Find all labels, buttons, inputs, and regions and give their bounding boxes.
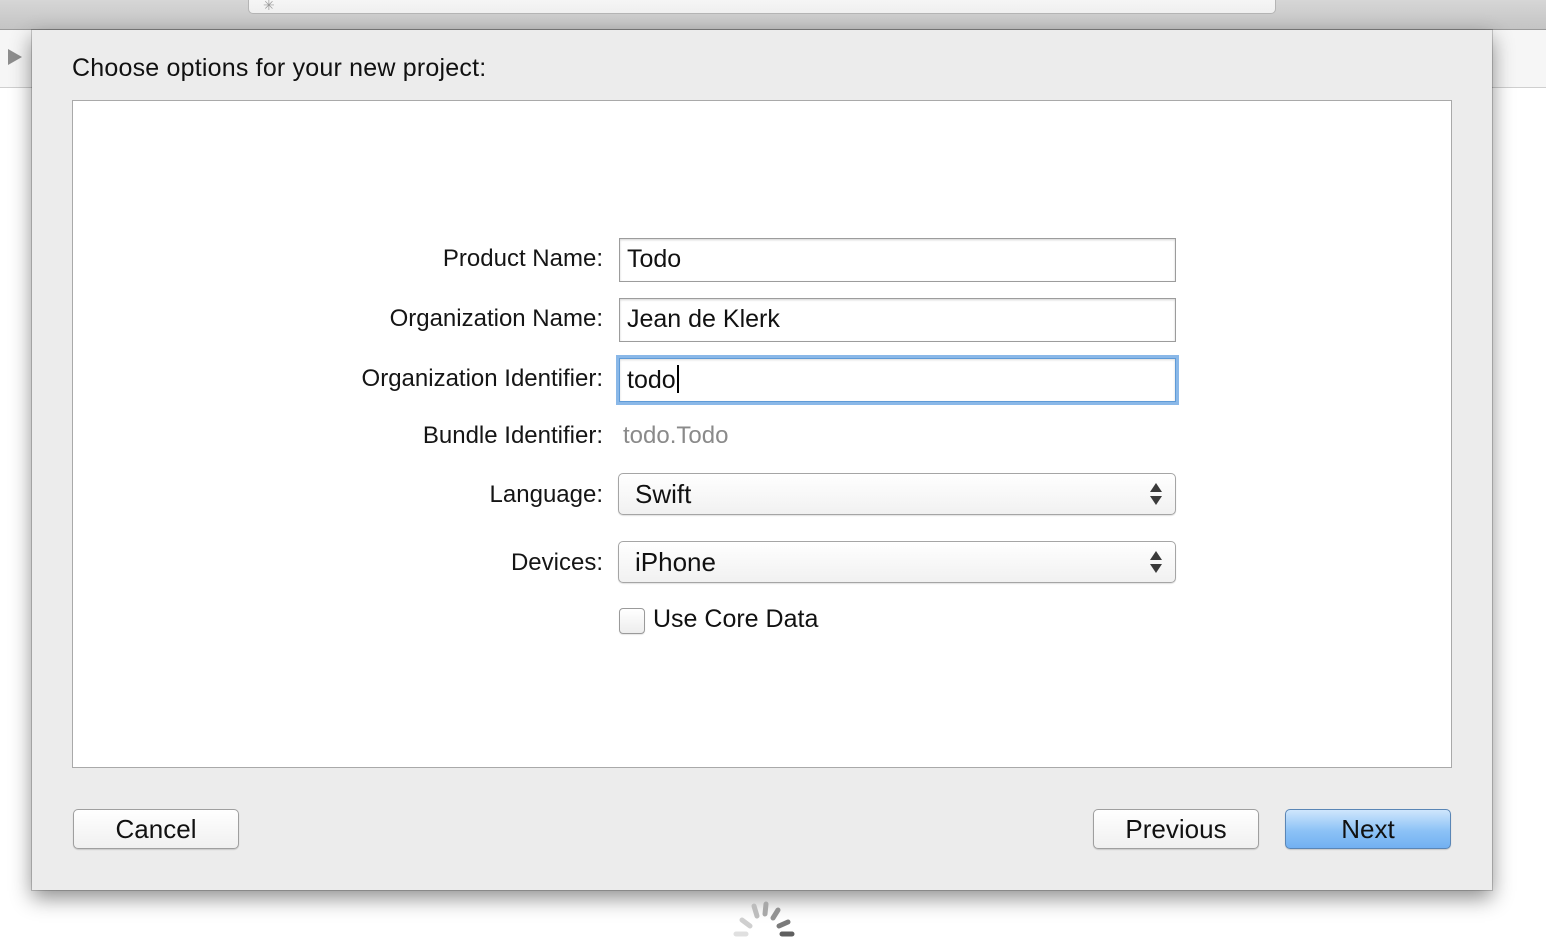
loading-spinner-icon [733, 901, 795, 937]
cancel-button[interactable]: Cancel [73, 809, 239, 849]
organization-name-field[interactable]: Jean de Klerk [619, 298, 1176, 342]
previous-button[interactable]: Previous [1093, 809, 1259, 849]
organization-name-label: Organization Name: [389, 305, 603, 332]
language-selected-value: Swift [635, 479, 692, 509]
disclosure-triangle-icon[interactable] [8, 49, 22, 65]
next-button[interactable]: Next [1285, 809, 1451, 849]
activity-viewer: ✳ [248, 0, 1276, 14]
organization-identifier-value: todo [627, 366, 676, 394]
spinner-icon: ✳ [263, 0, 275, 13]
devices-selected-value: iPhone [635, 547, 716, 577]
options-panel: Product Name: Todo Organization Name: Je… [72, 100, 1452, 768]
product-name-label: Product Name: [442, 245, 603, 272]
text-caret [676, 365, 679, 393]
up-down-arrows-icon [1149, 549, 1163, 575]
bundle-identifier-label: Bundle Identifier: [422, 422, 603, 449]
use-core-data-label[interactable]: Use Core Data [653, 605, 818, 634]
sheet-title: Choose options for your new project: [72, 54, 487, 82]
up-down-arrows-icon [1149, 481, 1163, 507]
organization-name-value: Jean de Klerk [627, 305, 780, 333]
language-label: Language: [489, 481, 603, 508]
organization-identifier-label: Organization Identifier: [361, 365, 603, 392]
devices-popup[interactable]: iPhone [618, 541, 1176, 583]
new-project-options-sheet: Choose options for your new project: Pro… [32, 30, 1492, 890]
devices-label: Devices: [510, 549, 603, 576]
bundle-identifier-value: todo.Todo [623, 422, 729, 449]
product-name-field[interactable]: Todo [619, 238, 1176, 282]
language-popup[interactable]: Swift [618, 473, 1176, 515]
organization-identifier-field[interactable]: todo [619, 358, 1176, 402]
product-name-value: Todo [627, 245, 682, 273]
window-toolbar: ✳ [0, 0, 1546, 30]
use-core-data-checkbox[interactable] [619, 608, 645, 634]
